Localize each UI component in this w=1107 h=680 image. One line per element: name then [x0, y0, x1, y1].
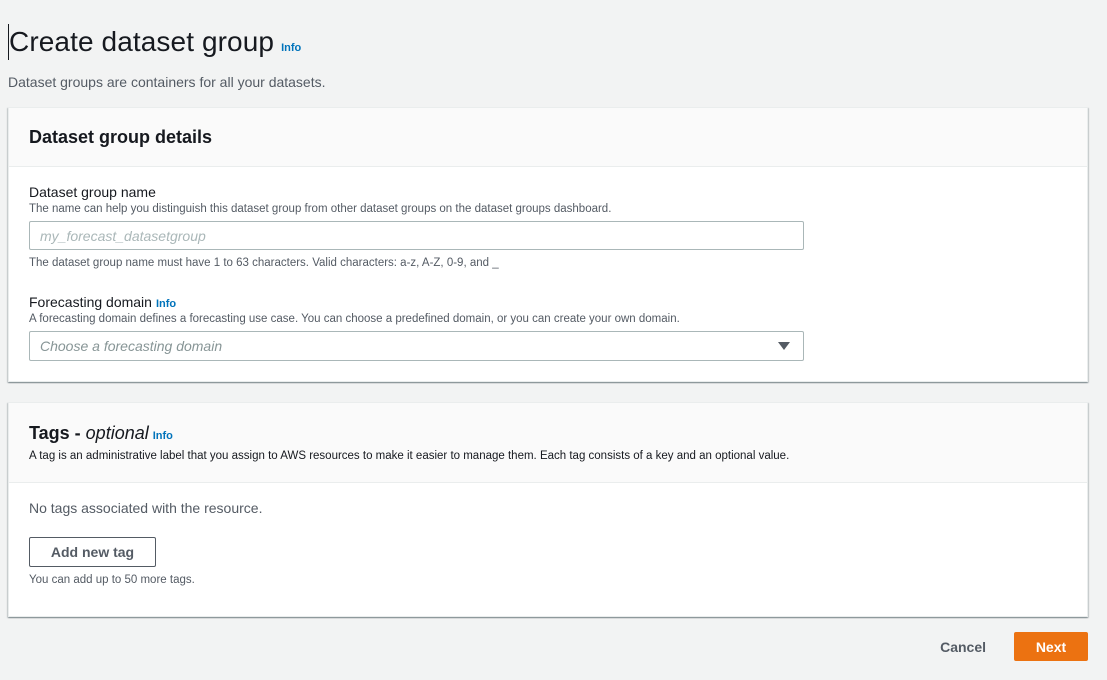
dataset-group-name-label: Dataset group name: [29, 184, 804, 200]
forecasting-domain-info-link[interactable]: Info: [156, 298, 176, 310]
no-tags-message: No tags associated with the resource.: [29, 500, 263, 516]
dataset-group-name-description: The name can help you distinguish this d…: [29, 203, 612, 215]
page-header: Create dataset group Info: [8, 24, 301, 60]
next-button[interactable]: Next: [1014, 632, 1088, 661]
page-title: Create dataset group: [8, 24, 274, 60]
caret-down-icon: [778, 342, 790, 350]
tags-panel: Tags - optional Info A tag is an adminis…: [8, 402, 1088, 617]
title-row: Create dataset group Info: [8, 24, 301, 60]
forecasting-domain-label: Forecasting domain Info: [29, 294, 804, 310]
tags-info-link[interactable]: Info: [153, 430, 173, 442]
tags-title-row: Tags - optional Info: [29, 423, 1067, 444]
dataset-group-details-panel: Dataset group details Dataset group name…: [8, 107, 1088, 382]
details-panel-title: Dataset group details: [29, 126, 213, 147]
page-description: Dataset groups are containers for all yo…: [8, 74, 326, 90]
cancel-button[interactable]: Cancel: [940, 639, 986, 655]
forecasting-domain-label-text: Forecasting domain: [29, 294, 152, 310]
tags-optional-label: optional: [85, 423, 149, 443]
forecasting-domain-description: A forecasting domain defines a forecasti…: [29, 313, 680, 325]
forecasting-domain-select[interactable]: Choose a forecasting domain: [29, 331, 804, 361]
title-info-link[interactable]: Info: [281, 42, 301, 54]
tags-panel-title: Tags -: [29, 423, 81, 443]
add-new-tag-button[interactable]: Add new tag: [29, 537, 156, 567]
tags-limit-note: You can add up to 50 more tags.: [29, 574, 195, 586]
tags-description: A tag is an administrative label that yo…: [29, 450, 790, 462]
forecasting-domain-placeholder: Choose a forecasting domain: [40, 338, 223, 354]
dataset-group-name-input[interactable]: [29, 221, 804, 250]
dataset-group-name-label-text: Dataset group name: [29, 184, 156, 200]
forecasting-domain-field: Forecasting domain Info A forecasting do…: [29, 294, 804, 361]
footer-actions: Cancel Next: [940, 632, 1088, 661]
tags-panel-header: Tags - optional Info A tag is an adminis…: [9, 403, 1087, 483]
details-panel-header: Dataset group details: [9, 108, 1087, 167]
dataset-group-name-field: Dataset group name The name can help you…: [29, 184, 804, 269]
dataset-group-name-constraint: The dataset group name must have 1 to 63…: [29, 257, 499, 269]
